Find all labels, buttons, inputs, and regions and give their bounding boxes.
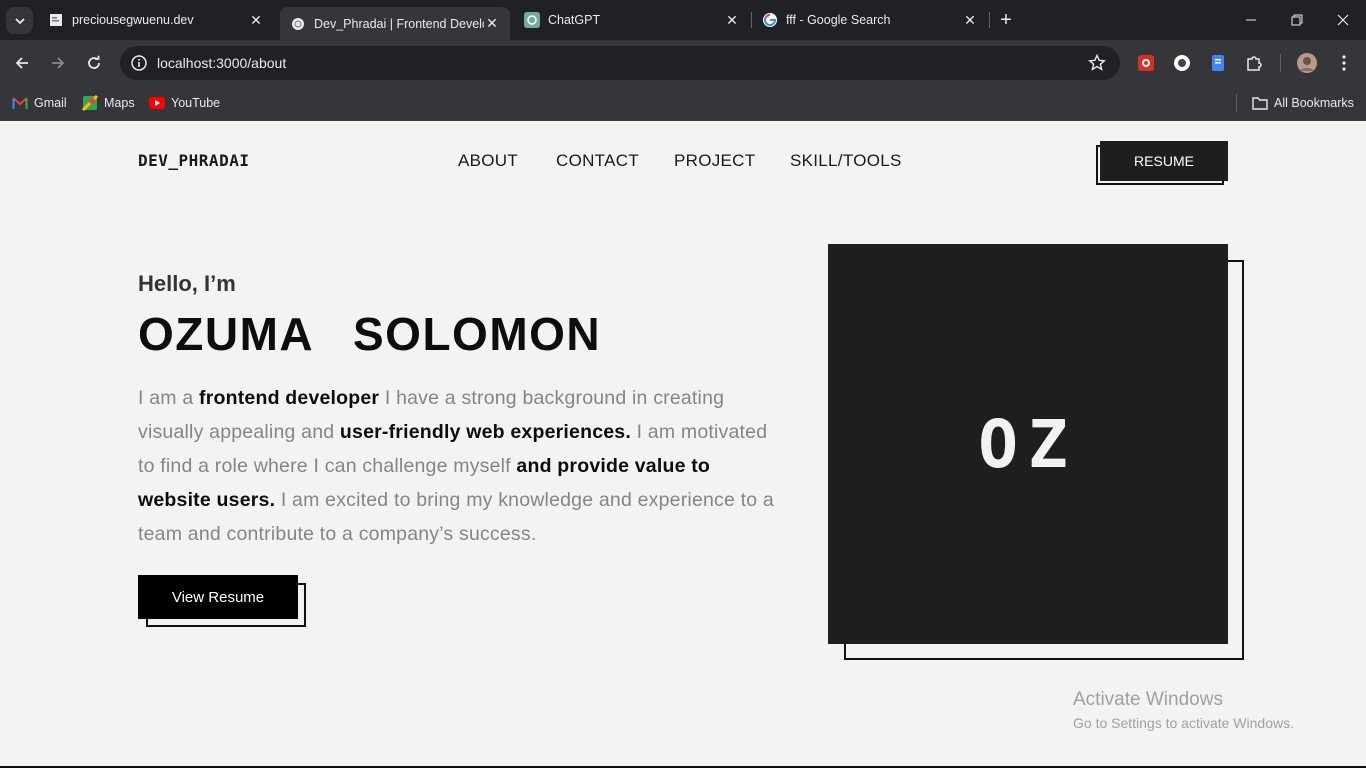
bookmark-star-icon[interactable] bbox=[1088, 54, 1106, 72]
all-bookmarks-button[interactable]: All Bookmarks bbox=[1252, 92, 1354, 114]
bio-highlight: frontend developer bbox=[199, 387, 380, 409]
windows-activation-watermark: Activate Windows Go to Settings to activ… bbox=[1073, 689, 1294, 731]
forward-button[interactable] bbox=[45, 50, 71, 76]
restore-icon bbox=[1291, 14, 1303, 26]
address-bar[interactable]: localhost:3000/about bbox=[120, 46, 1120, 80]
tab-title: ChatGPT bbox=[548, 13, 601, 27]
youtube-icon bbox=[149, 95, 165, 111]
tab-preciousegwuenu[interactable]: preciousegwuenu.dev ✕ bbox=[38, 0, 274, 40]
extension-red-icon[interactable] bbox=[1136, 53, 1156, 73]
bookmark-youtube[interactable]: YouTube bbox=[149, 92, 220, 114]
nav-about[interactable]: ABOUT bbox=[458, 151, 518, 171]
bookmark-label: Maps bbox=[104, 96, 135, 110]
extension-circle-icon[interactable] bbox=[1172, 53, 1192, 73]
activate-title: Activate Windows bbox=[1073, 689, 1223, 710]
minimize-button[interactable] bbox=[1228, 0, 1274, 40]
toolbar-separator bbox=[1280, 54, 1281, 72]
chevron-down-icon bbox=[14, 17, 25, 24]
nav-skill-tools[interactable]: SKILL/TOOLS bbox=[790, 151, 902, 171]
openai-icon bbox=[524, 12, 540, 28]
site-info-icon[interactable] bbox=[130, 54, 148, 72]
reload-button[interactable] bbox=[81, 50, 107, 76]
browser-toolbar: localhost:3000/about bbox=[0, 40, 1366, 86]
maps-icon bbox=[82, 95, 98, 111]
profile-avatar[interactable] bbox=[1297, 53, 1317, 73]
arrow-left-icon bbox=[15, 57, 28, 69]
greeting: Hello, I’m bbox=[138, 271, 236, 296]
extension-docs-icon[interactable] bbox=[1208, 53, 1228, 73]
minimize-icon bbox=[1246, 19, 1256, 21]
resume-button-wrapper: RESUME bbox=[1096, 141, 1228, 185]
bookmark-label: YouTube bbox=[171, 96, 221, 110]
view-resume-wrapper: View Resume bbox=[138, 575, 306, 627]
nav-project[interactable]: PROJECT bbox=[674, 151, 755, 171]
google-icon bbox=[762, 12, 778, 28]
restore-button[interactable] bbox=[1274, 0, 1320, 40]
bio-text: I am a bbox=[138, 387, 200, 409]
close-icon[interactable]: ✕ bbox=[962, 12, 978, 28]
tab-search-button[interactable] bbox=[6, 7, 33, 34]
all-bookmarks-label: All Bookmarks bbox=[1274, 96, 1354, 110]
gmail-icon bbox=[12, 95, 28, 111]
tab-chatgpt[interactable]: ChatGPT ✕ bbox=[514, 0, 750, 40]
back-button[interactable] bbox=[9, 50, 35, 76]
close-icon bbox=[1337, 14, 1349, 26]
close-icon[interactable]: ✕ bbox=[484, 15, 500, 32]
url-text[interactable]: localhost:3000/about bbox=[157, 55, 286, 71]
close-icon[interactable]: ✕ bbox=[248, 12, 264, 28]
bookmarks-bar: Gmail Maps YouTube All Bookmarks bbox=[0, 86, 1366, 121]
new-tab-button[interactable]: + bbox=[994, 8, 1018, 32]
tab-dev-phradai[interactable]: Dev_Phradai | Frontend Developer ✕ bbox=[280, 7, 510, 40]
tab-title: preciousegwuenu.dev bbox=[72, 13, 194, 27]
view-resume-button[interactable]: View Resume bbox=[138, 575, 298, 619]
tab-title: Dev_Phradai | Frontend Developer bbox=[314, 16, 484, 31]
site-logo[interactable]: DEV_PHRADAI bbox=[138, 151, 249, 170]
activate-subtitle: Go to Settings to activate Windows. bbox=[1073, 715, 1294, 731]
bookmarks-separator bbox=[1236, 94, 1237, 112]
close-icon[interactable]: ✕ bbox=[724, 12, 740, 28]
profile-initials: OZ bbox=[978, 405, 1078, 483]
menu-kebab-icon[interactable] bbox=[1334, 53, 1354, 73]
resume-button[interactable]: RESUME bbox=[1100, 141, 1228, 181]
bio-highlight: user-friendly web experiences. bbox=[339, 421, 631, 443]
globe-icon bbox=[290, 16, 306, 32]
profile-image-placeholder: OZ bbox=[828, 244, 1228, 644]
reload-icon bbox=[88, 55, 100, 69]
tab-title: fff - Google Search bbox=[786, 13, 891, 27]
folder-icon bbox=[1252, 95, 1268, 111]
bookmark-maps[interactable]: Maps bbox=[82, 92, 135, 114]
page-content: DEV_PHRADAI ABOUT CONTACT PROJECT SKILL/… bbox=[0, 121, 1366, 768]
close-window-button[interactable] bbox=[1320, 0, 1366, 40]
arrow-right-icon bbox=[52, 57, 65, 69]
extensions-puzzle-icon[interactable] bbox=[1244, 53, 1264, 73]
nav-contact[interactable]: CONTACT bbox=[556, 151, 639, 171]
tab-google-search[interactable]: fff - Google Search ✕ bbox=[752, 0, 988, 40]
hero-name: OZUMA SOLOMON bbox=[138, 308, 602, 360]
tab-strip: preciousegwuenu.dev ✕ Dev_Phradai | Fron… bbox=[0, 0, 1366, 40]
tab-separator bbox=[989, 12, 990, 28]
hero-bio: I am a frontend developer I have a stron… bbox=[138, 381, 778, 551]
bookmark-gmail[interactable]: Gmail bbox=[12, 92, 67, 114]
document-icon bbox=[48, 12, 64, 28]
bookmark-label: Gmail bbox=[34, 96, 67, 110]
